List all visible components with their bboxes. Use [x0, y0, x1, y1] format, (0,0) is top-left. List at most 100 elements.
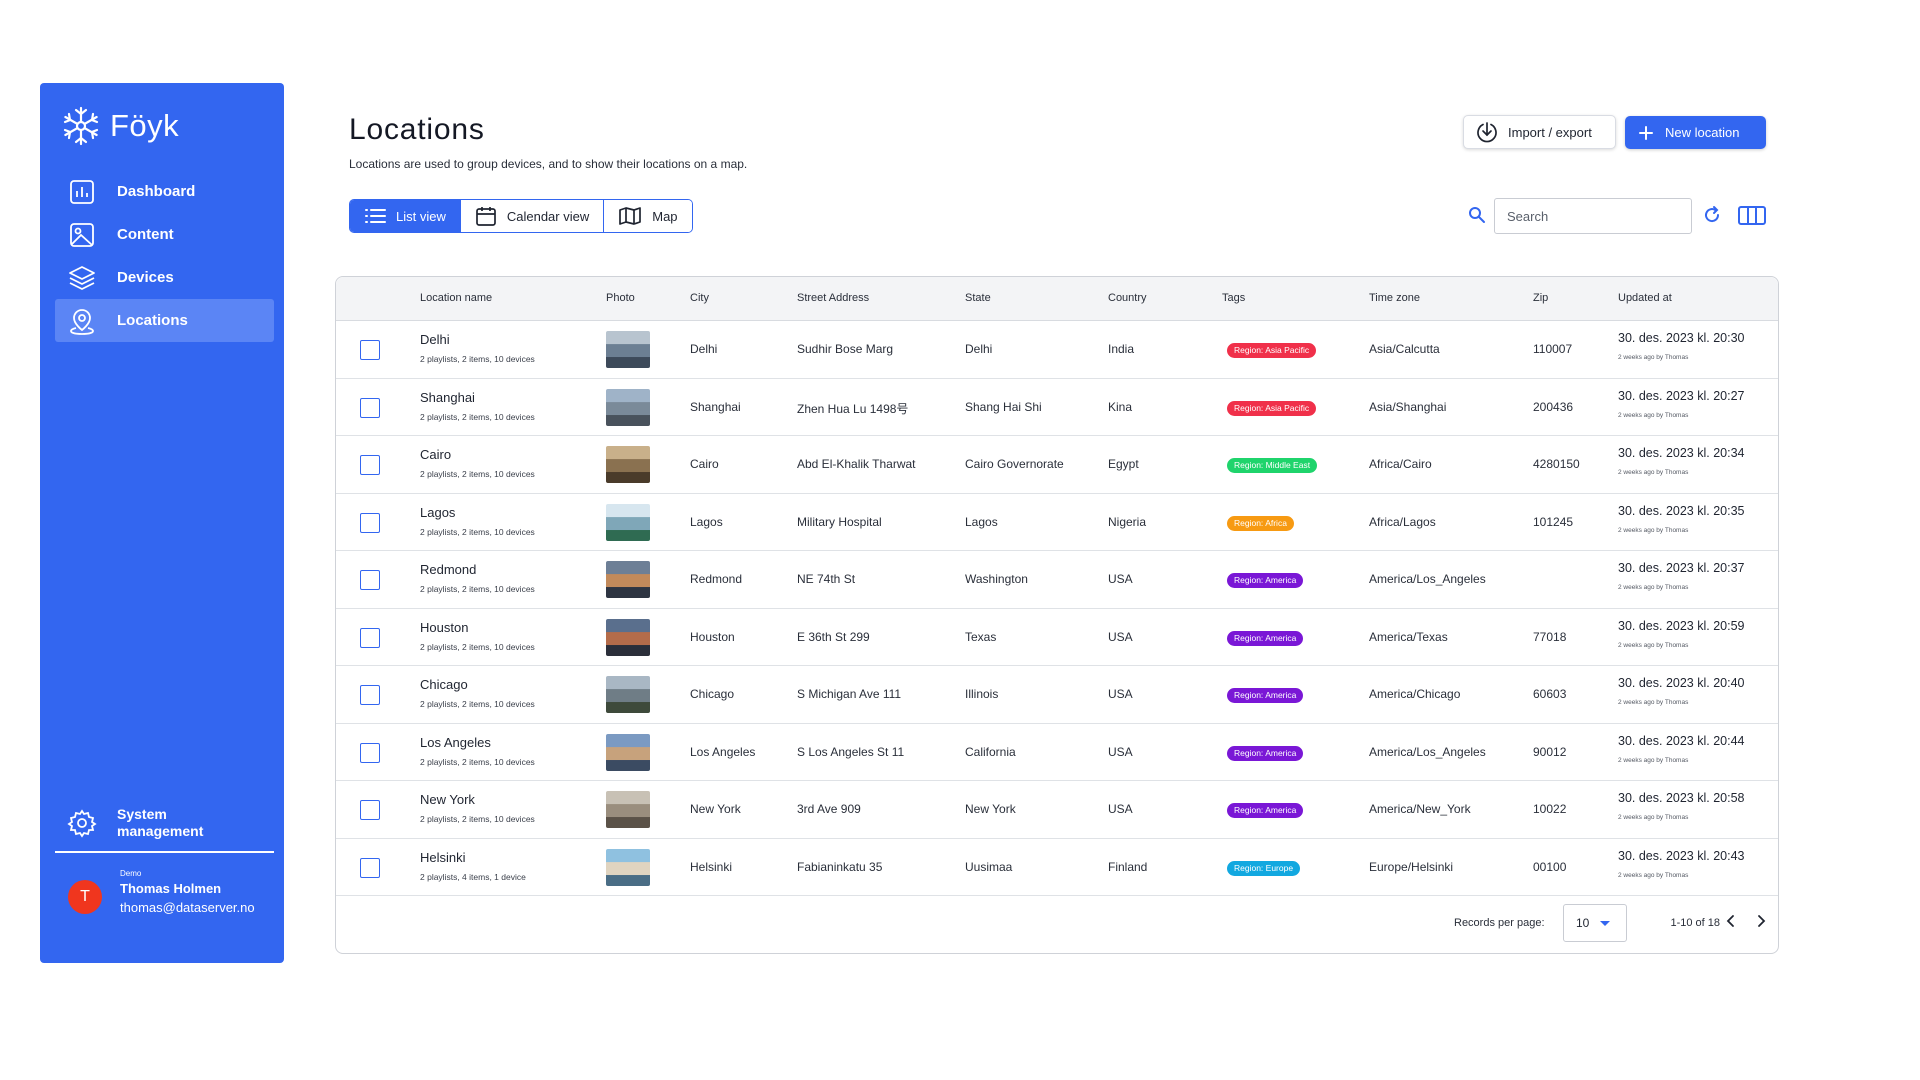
new-location-button[interactable]: New location — [1625, 116, 1766, 149]
sidebar-item-system-management[interactable]: System management — [55, 798, 274, 848]
cell-street: S Michigan Ave 111 — [797, 687, 902, 701]
cell-street: NE 74th St — [797, 572, 856, 586]
updated-at: 30. des. 2023 kl. 20:59 — [1618, 618, 1745, 633]
sidebar-item-devices[interactable]: Devices — [55, 256, 274, 299]
table-row[interactable]: Helsinki 2 playlists, 4 items, 1 device He… — [336, 839, 1778, 896]
region-tag[interactable]: Region: America — [1227, 630, 1304, 646]
location-name: Redmond — [420, 562, 477, 577]
table-row[interactable]: Lagos 2 playlists, 2 items, 10 devices Lag… — [336, 494, 1778, 551]
region-tag[interactable]: Region: Africa — [1227, 515, 1294, 531]
cell-state: Shang Hai Shi — [965, 399, 1042, 414]
tab-map[interactable]: Map — [604, 200, 692, 232]
sidebar-item-label: Locations — [117, 312, 188, 329]
region-tag[interactable]: Region: America — [1227, 745, 1304, 761]
location-photo[interactable] — [606, 791, 650, 828]
column-header-time-zone[interactable]: Time zone — [1369, 292, 1420, 304]
region-tag[interactable]: Region: America — [1227, 803, 1304, 818]
table-row[interactable]: Cairo 2 playlists, 2 items, 10 devices Cai… — [336, 436, 1778, 494]
chevron-left-icon[interactable] — [1725, 914, 1737, 933]
table-row[interactable]: Houston 2 playlists, 2 items, 10 devices H… — [336, 609, 1778, 666]
column-header-photo[interactable]: Photo — [606, 292, 635, 304]
region-tag[interactable]: Region: Asia Pacific — [1227, 400, 1317, 416]
search-icon[interactable] — [1468, 206, 1486, 229]
table-row[interactable]: Shanghai 2 playlists, 2 items, 10 devices… — [336, 379, 1778, 436]
row-checkbox[interactable] — [360, 857, 380, 878]
brand-logo[interactable]: Föyk — [60, 105, 179, 147]
location-photo[interactable] — [606, 388, 650, 426]
records-per-page-select[interactable]: 10 — [1563, 904, 1627, 942]
columns-icon[interactable] — [1737, 204, 1767, 233]
table-row[interactable]: New York 2 playlists, 2 items, 10 devices… — [336, 781, 1778, 839]
system-label-line2: management — [117, 823, 204, 839]
sidebar-item-label: Dashboard — [117, 183, 196, 200]
import-export-button[interactable]: Import / export — [1463, 115, 1616, 149]
row-checkbox[interactable] — [360, 340, 380, 360]
row-checkbox[interactable] — [360, 627, 380, 648]
column-header-state[interactable]: State — [965, 292, 991, 304]
cell-city: New York — [690, 802, 741, 816]
cell-tz: America/New_York — [1369, 802, 1471, 816]
cell-street: Fabianinkatu 35 — [797, 859, 883, 874]
view-toggle: List view Calendar view Map — [349, 199, 693, 233]
plus-icon — [1639, 125, 1653, 140]
cell-zip: 60603 — [1533, 687, 1567, 701]
row-checkbox[interactable] — [360, 570, 380, 590]
cell-country: Kina — [1108, 399, 1133, 414]
location-photo[interactable] — [606, 503, 650, 541]
location-photo[interactable] — [606, 848, 650, 886]
user-email: thomas@dataserver.no — [120, 900, 255, 915]
region-tag[interactable]: Region: America — [1227, 688, 1304, 703]
column-header-location-name[interactable]: Location name — [420, 292, 492, 304]
sidebar-item-content[interactable]: Content — [55, 213, 274, 256]
row-checkbox[interactable] — [360, 455, 380, 475]
location-name: New York — [420, 792, 475, 807]
column-header-street-address[interactable]: Street Address — [797, 292, 869, 304]
row-checkbox[interactable] — [360, 397, 380, 418]
location-photo[interactable] — [606, 561, 650, 598]
cell-street: S Los Angeles St 11 — [797, 744, 905, 759]
updated-at: 30. des. 2023 kl. 20:58 — [1618, 791, 1745, 805]
column-header-tags[interactable]: Tags — [1222, 292, 1245, 304]
tab-calendar-view[interactable]: Calendar view — [460, 200, 605, 232]
sidebar-item-locations[interactable]: Locations — [55, 299, 274, 342]
table-row[interactable]: Redmond 2 playlists, 2 items, 10 devices R… — [336, 551, 1778, 609]
location-photo[interactable] — [606, 446, 650, 483]
user-profile[interactable]: T Demo Thomas Holmen thomas@dataserver.n… — [68, 865, 268, 925]
region-tag[interactable]: Region: Europe — [1227, 860, 1301, 876]
sidebar-item-label: System management — [117, 806, 203, 840]
column-header-city[interactable]: City — [690, 292, 709, 304]
chevron-right-icon[interactable] — [1755, 914, 1767, 933]
column-header-zip[interactable]: Zip — [1533, 292, 1548, 304]
row-checkbox[interactable] — [360, 685, 380, 705]
location-photo[interactable] — [606, 331, 650, 368]
search-input[interactable] — [1494, 198, 1692, 234]
cell-zip: 4280150 — [1533, 457, 1580, 471]
table-row[interactable]: Chicago 2 playlists, 2 items, 10 devices C… — [336, 666, 1778, 724]
location-photo[interactable] — [606, 618, 650, 656]
table-row[interactable]: Delhi 2 playlists, 2 items, 10 devices Del… — [336, 321, 1778, 379]
region-tag[interactable]: Region: Asia Pacific — [1227, 343, 1317, 358]
cell-street: Abd El-Khalik Tharwat — [797, 457, 916, 471]
page-subtitle: Locations are used to group devices, and… — [349, 157, 748, 171]
location-photo[interactable] — [606, 676, 650, 713]
cell-state: New York — [965, 802, 1016, 816]
updated-by: 2 weeks ago by Thomas — [1618, 469, 1689, 476]
row-checkbox[interactable] — [360, 800, 380, 820]
row-checkbox[interactable] — [360, 742, 380, 763]
cell-tz: Asia/Shanghai — [1369, 399, 1447, 414]
column-header-updated-at[interactable]: Updated at — [1618, 292, 1672, 304]
tab-list-view[interactable]: List view — [350, 200, 461, 232]
cell-country: USA — [1108, 629, 1133, 644]
region-tag[interactable]: Region: Middle East — [1227, 458, 1318, 473]
locations-table: Location name Photo City Street Address … — [335, 276, 1779, 954]
table-row[interactable]: Los Angeles 2 playlists, 2 items, 10 devi… — [336, 724, 1778, 781]
cell-zip: 00100 — [1533, 859, 1567, 874]
location-photo[interactable] — [606, 733, 650, 771]
location-pin-icon — [67, 306, 97, 336]
region-tag[interactable]: Region: America — [1227, 573, 1304, 588]
column-header-country[interactable]: Country — [1108, 292, 1147, 304]
row-checkbox[interactable] — [360, 512, 380, 533]
sidebar-nav: Dashboard Content Devices Locations — [55, 170, 274, 342]
refresh-icon[interactable] — [1702, 205, 1722, 230]
sidebar-item-dashboard[interactable]: Dashboard — [55, 170, 274, 213]
